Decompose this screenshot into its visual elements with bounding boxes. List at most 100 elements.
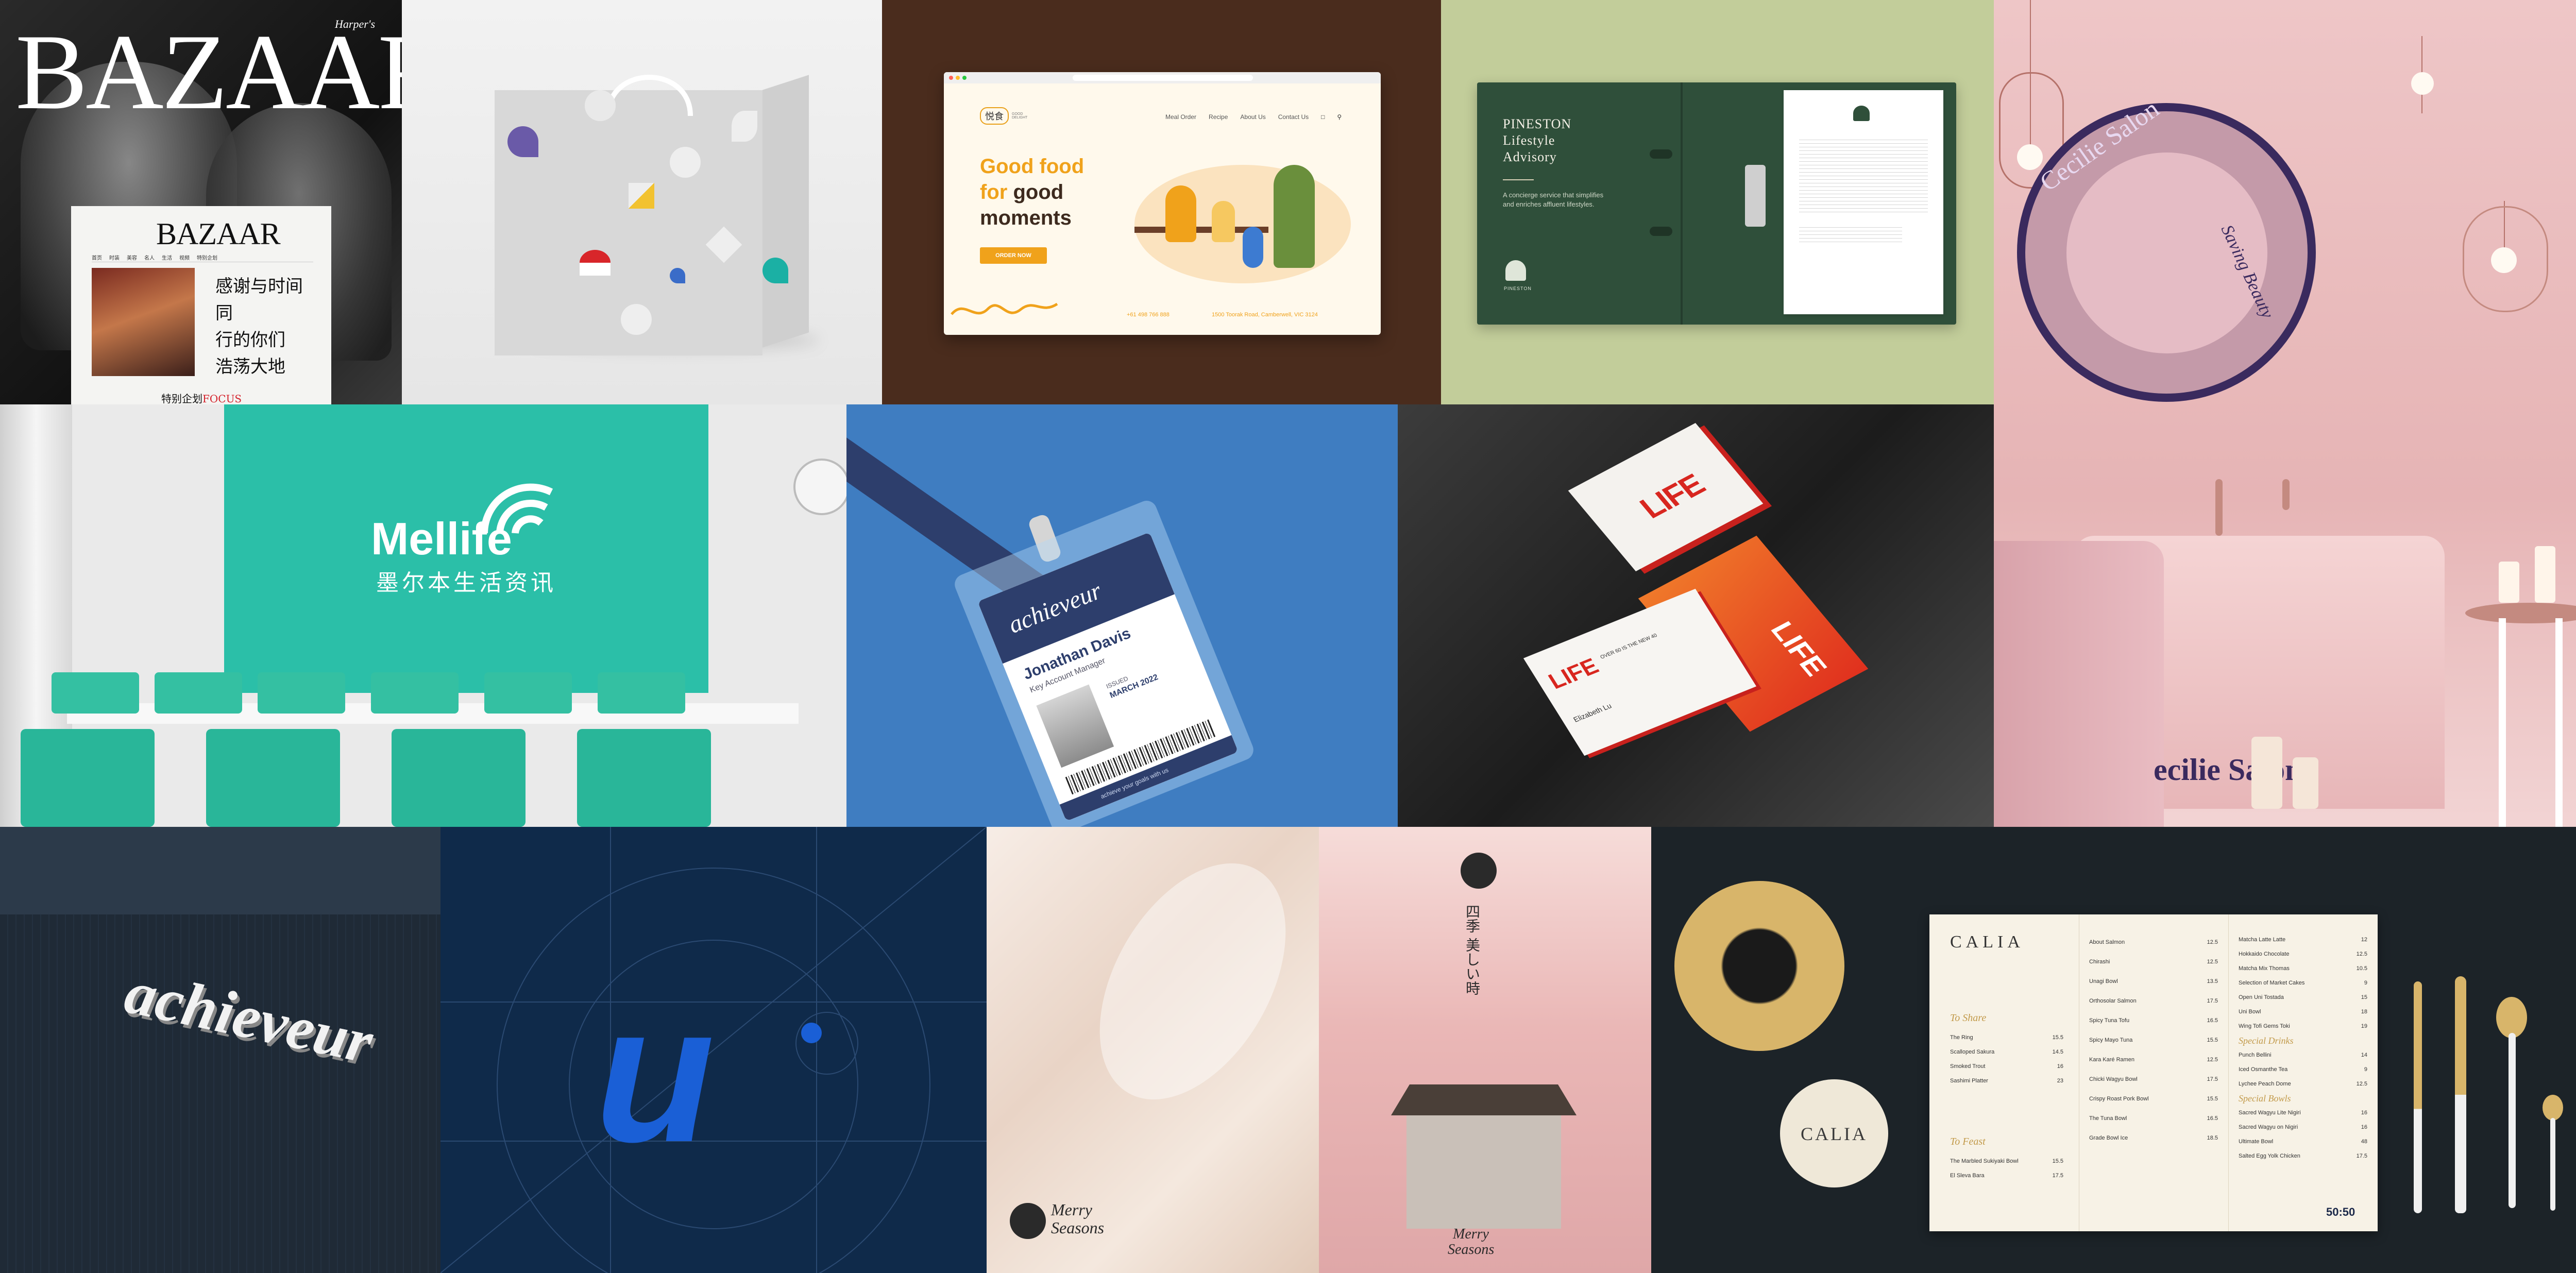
poster-brand-line1: Merry — [1453, 1226, 1489, 1242]
mellife-brand: Mellife — [371, 513, 512, 564]
bazaar-nav: 首页 时装 美容 名人 生活 视频 特别企划 — [92, 253, 313, 262]
ring-hole-1[interactable] — [1650, 149, 1672, 159]
letterhead-tree-icon — [1853, 106, 1870, 121]
ring-hole-2[interactable] — [1650, 227, 1672, 236]
bazaar-footer-accent: FOCUS — [202, 393, 242, 404]
menu-item: Spicy Tuna Tofu 16.5 — [2089, 1011, 2218, 1030]
menu-item-name: Sacred Wagyu Lite Nigiri — [2239, 1110, 2301, 1116]
wall-clock[interactable] — [793, 459, 846, 515]
menu-item-name: Sashimi Platter — [1950, 1078, 1988, 1084]
poster-jp-line: 四季 — [1464, 904, 1481, 933]
bag-pattern-leaf — [732, 111, 757, 142]
menu-item-price: 17.5 — [2356, 1153, 2367, 1159]
logo-grid-tile: u — [440, 827, 987, 1273]
faucet-2[interactable] — [2282, 479, 2290, 510]
bazaar-inner-photo — [92, 268, 195, 376]
bazaar-nav-item[interactable]: 生活 — [162, 253, 172, 262]
life-person: Elizabeth Lu — [1571, 701, 1613, 724]
window-close-dot[interactable] — [949, 76, 953, 80]
bag-pattern-yellow — [629, 183, 654, 209]
nav-meal-order[interactable]: Meal Order — [1165, 113, 1196, 121]
bazaar-nav-item[interactable]: 视频 — [179, 253, 190, 262]
plate — [1674, 881, 1844, 1051]
cart-icon[interactable]: □ — [1321, 113, 1325, 121]
bazaar-nav-item[interactable]: 美容 — [127, 253, 137, 262]
chair — [21, 729, 155, 827]
chair — [206, 729, 340, 827]
menu-item-price: 16 — [2361, 1110, 2367, 1116]
headline-line2: for good — [980, 179, 1084, 205]
folder-divider — [1503, 179, 1534, 180]
menu-brand: CALIA — [1950, 932, 2024, 952]
browser-toolbar — [944, 72, 1381, 83]
life-cards-tile: LIFE LIFE LIFE OVER 60 IS THE NEW 40 Eli… — [1398, 404, 1994, 827]
bag-pattern-teal — [762, 258, 788, 283]
middle-list: About Salmon 12.5 Chirashi 12.5 Unagi Bowl… — [2089, 932, 2218, 1148]
menu-item-price: 15.5 — [2052, 1158, 2063, 1164]
bazaar-nav-item[interactable]: 名人 — [144, 253, 155, 262]
poster-logo-icon — [1461, 853, 1497, 889]
coaster-brand: CALIA — [1801, 1124, 1868, 1144]
calia-tile: CALIA CALIA To Share The Ring 15.5 Scallo… — [1651, 827, 2576, 1273]
ring-mechanism[interactable] — [1745, 165, 1766, 227]
site-logo[interactable]: 悦食 GOOD DELIGHT — [980, 107, 1032, 125]
menu-item: The Marbled Sukiyaki Bowl 15.5 — [1950, 1154, 2063, 1168]
address-bar[interactable] — [1073, 75, 1253, 81]
menu-item-name: Orthosolar Salmon — [2089, 998, 2137, 1004]
letter-body — [1799, 137, 1928, 214]
menu-item-name: Selection of Market Cakes — [2239, 980, 2305, 986]
bazaar-nav-item[interactable]: 首页 — [92, 253, 102, 262]
menu-item-price: 18 — [2361, 1009, 2367, 1015]
search-icon[interactable]: ⚲ — [1337, 113, 1342, 121]
menu-item-price: 12.5 — [2207, 959, 2218, 965]
candle — [2251, 737, 2282, 809]
window-min-dot[interactable] — [956, 76, 960, 80]
badge-tile: achieveur Jonathan Davis Key Account Man… — [846, 404, 1398, 827]
chair — [371, 672, 459, 714]
order-now-button[interactable]: ORDER NOW — [980, 247, 1047, 264]
merry-logo-icon — [1010, 1203, 1046, 1239]
bazaar-nav-item[interactable]: 时装 — [109, 253, 120, 262]
menu-item: Sashimi Platter 23 — [1950, 1074, 2063, 1088]
family-illustration — [1104, 149, 1361, 294]
calligraphy-line: 感谢与时间同 — [215, 276, 303, 324]
menu-item-price: 12.5 — [2356, 951, 2367, 957]
section-mains: To Feast — [1950, 1136, 1986, 1147]
menu-item-name: Uni Bowl — [2239, 1009, 2261, 1015]
menu-item-price: 48 — [2361, 1139, 2367, 1145]
nav-recipe[interactable]: Recipe — [1209, 113, 1228, 121]
menu-item: Crispy Roast Pork Bowl 15.5 — [2089, 1089, 2218, 1109]
starters-list: The Ring 15.5 Scalloped Sakura 14.5 Smoked… — [1950, 1030, 2063, 1088]
menu-item: Punch Bellini 14 — [2239, 1048, 2367, 1062]
menu-item: Selection of Market Cakes 9 — [2239, 976, 2367, 990]
menu-item-name: Chirashi — [2089, 959, 2110, 965]
menu-item-price: 9 — [2364, 1066, 2367, 1073]
pineston-tile: PINESTON Lifestyle Advisory A concierge … — [1441, 0, 1994, 404]
candle — [2499, 562, 2519, 603]
faucet[interactable] — [2215, 479, 2223, 536]
site-headline: Good food for good moments — [980, 154, 1084, 231]
wall-sign — [2017, 103, 2316, 402]
mellife-tile: Mellife 墨尔本生活资讯 — [0, 404, 846, 827]
menu-item-name: Grade Bowl Ice — [2089, 1135, 2128, 1141]
folder-spine — [1681, 82, 1683, 325]
calligraphy-line: 浩荡大地 — [215, 357, 285, 377]
bazaar-nav-item[interactable]: 特别企划 — [197, 253, 217, 262]
right-list: Matcha Latte Latte 12 Hokkaido Chocolate 1… — [2239, 932, 2367, 1163]
coaster: CALIA — [1780, 1079, 1888, 1187]
person-father — [1274, 165, 1315, 268]
pine-tree-icon — [1505, 260, 1526, 281]
bazaar-footer-label: 特别企划 — [161, 393, 202, 404]
menu-item-price: 17.5 — [2207, 1076, 2218, 1082]
badge-photo — [1036, 684, 1114, 768]
candle — [2293, 757, 2318, 809]
nav-contact-us[interactable]: Contact Us — [1278, 113, 1309, 121]
merry-seasons-tile: Merry Seasons 四季 美しい時 Merry Seasons — [987, 827, 1651, 1273]
nav-about-us[interactable]: About Us — [1240, 113, 1265, 121]
menu-item-name: Spicy Mayo Tuna — [2089, 1037, 2133, 1043]
menu-item: Iced Osmanthe Tea 9 — [2239, 1062, 2367, 1077]
logo-mark: u — [595, 964, 715, 1183]
side-table-leg-2 — [2555, 618, 2563, 827]
window-max-dot[interactable] — [962, 76, 967, 80]
menu-badge: 50:50 — [2326, 1206, 2355, 1218]
